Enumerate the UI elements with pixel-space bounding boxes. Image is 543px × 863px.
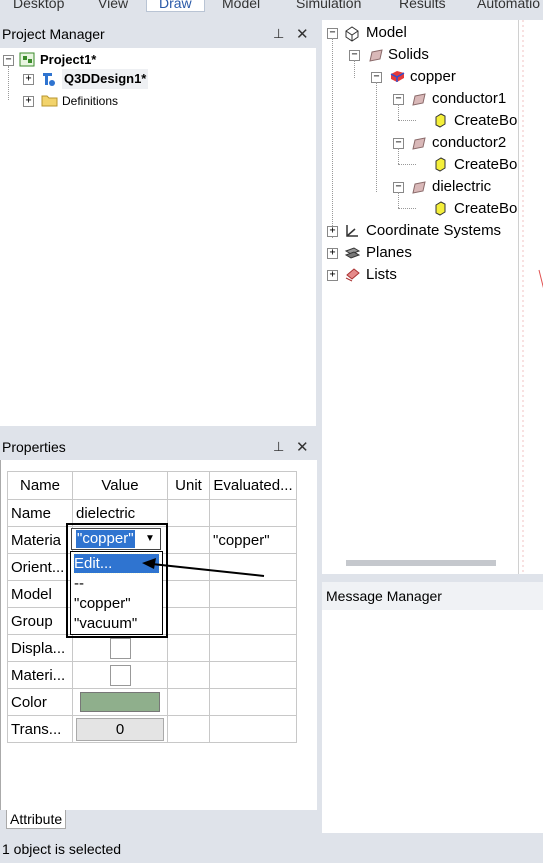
message-manager-title: Message Manager (326, 588, 442, 604)
column-header-evaluated[interactable]: Evaluated... (209, 471, 297, 500)
expand-icon[interactable]: + (23, 74, 34, 85)
column-header-name[interactable]: Name (7, 471, 73, 500)
coordinate-systems-icon (346, 225, 358, 237)
modeler-view[interactable] (518, 20, 543, 574)
collapse-icon[interactable]: − (3, 55, 14, 66)
project-node[interactable]: Project1* (40, 50, 96, 70)
close-icon[interactable]: ✕ (296, 438, 309, 456)
annotation-arrow-icon (142, 558, 265, 577)
property-name: Group (7, 607, 73, 635)
q3d-design-icon (43, 73, 55, 86)
create-box-icon (435, 201, 446, 216)
project-icon (19, 52, 35, 67)
design-node[interactable]: Q3DDesign1* (62, 69, 149, 89)
property-name: Materia (7, 526, 73, 554)
table-row: Displa... (7, 634, 297, 662)
properties-header: Properties ⊥ ✕ (0, 434, 316, 460)
expand-icon[interactable]: + (327, 270, 338, 281)
pin-icon[interactable]: ⊥ (273, 26, 284, 42)
dielectric-node[interactable]: dielectric (432, 177, 491, 197)
table-row: Trans... 0 (7, 715, 297, 743)
project-manager-header: Project Manager ⊥ ✕ (0, 22, 316, 48)
model-tree: − Model − Solids − copper − conductor1 C… (322, 20, 518, 574)
create-box-icon (435, 113, 446, 128)
material-appearance-checkbox[interactable] (109, 664, 131, 686)
horizontal-splitter[interactable] (0, 426, 316, 434)
expand-icon[interactable]: + (23, 96, 34, 107)
project-tree: − Project1* + Q3DDesign1* + Definitions (0, 48, 316, 426)
status-bar: 1 object is selected (0, 833, 543, 863)
column-header-unit[interactable]: Unit (167, 471, 210, 500)
create-box-icon (435, 157, 446, 172)
status-text: 1 object is selected (2, 841, 122, 857)
message-list (322, 610, 543, 833)
pin-icon[interactable]: ⊥ (273, 439, 284, 455)
properties-tab-strip: Attribute (0, 810, 316, 833)
table-row: Color (7, 688, 297, 716)
menu-results[interactable]: Results (399, 0, 446, 11)
property-name: Model (7, 580, 73, 608)
menu-draw[interactable]: Draw (146, 0, 205, 12)
coordinate-systems-node[interactable]: Coordinate Systems (366, 221, 501, 241)
menu-automation[interactable]: Automatio (477, 0, 540, 11)
planes-node[interactable]: Planes (366, 243, 412, 263)
horizontal-splitter[interactable] (322, 574, 543, 582)
solid-object-icon (412, 93, 426, 106)
model-icon (345, 26, 359, 42)
create-box-node[interactable]: CreateBo (454, 111, 517, 131)
annotation-box (66, 523, 168, 638)
planes-icon (344, 247, 361, 259)
solids-node[interactable]: Solids (388, 45, 429, 65)
solids-icon (369, 49, 383, 62)
table-header-row: Name Value Unit Evaluated... (7, 471, 297, 500)
folder-icon (41, 95, 58, 107)
lists-icon (345, 268, 360, 282)
menu-view[interactable]: View (98, 0, 128, 11)
copper-material-icon (390, 71, 405, 82)
message-manager-header: Message Manager (322, 582, 543, 610)
properties-title: Properties (2, 439, 66, 455)
table-row: Materi... (7, 661, 297, 689)
solid-object-icon (412, 137, 426, 150)
solid-object-icon (412, 181, 426, 194)
project-manager-title: Project Manager (2, 26, 105, 42)
column-header-value[interactable]: Value (72, 471, 168, 500)
horizontal-scrollbar[interactable] (346, 560, 496, 566)
grid-pattern-icon (522, 20, 543, 574)
conductor1-node[interactable]: conductor1 (432, 89, 506, 109)
property-name: Color (7, 688, 73, 716)
lists-node[interactable]: Lists (366, 265, 397, 285)
close-icon[interactable]: ✕ (296, 25, 309, 43)
expand-icon[interactable]: + (327, 226, 338, 237)
property-name: Orient... (7, 553, 73, 581)
menu-model[interactable]: Model (222, 0, 260, 11)
color-swatch[interactable] (80, 692, 160, 712)
display-wireframe-checkbox[interactable] (109, 637, 131, 659)
property-name: Displa... (7, 634, 73, 662)
menu-desktop[interactable]: Desktop (13, 0, 64, 11)
tab-attribute[interactable]: Attribute (6, 810, 67, 829)
copper-node[interactable]: copper (410, 67, 456, 87)
property-evaluated: "copper" (209, 526, 297, 554)
conductor2-node[interactable]: conductor2 (432, 133, 506, 153)
property-name: Name (7, 499, 73, 527)
create-box-node[interactable]: CreateBo (454, 155, 517, 175)
transparency-button[interactable]: 0 (76, 717, 164, 741)
menu-simulation[interactable]: Simulation (296, 0, 361, 11)
property-name: Trans... (7, 715, 73, 743)
definitions-node[interactable]: Definitions (62, 91, 118, 111)
model-node[interactable]: Model (366, 23, 407, 43)
expand-icon[interactable]: + (327, 248, 338, 259)
property-name: Materi... (7, 661, 73, 689)
menu-bar: Desktop View Draw Model Simulation Resul… (0, 0, 543, 16)
create-box-node[interactable]: CreateBo (454, 199, 517, 219)
